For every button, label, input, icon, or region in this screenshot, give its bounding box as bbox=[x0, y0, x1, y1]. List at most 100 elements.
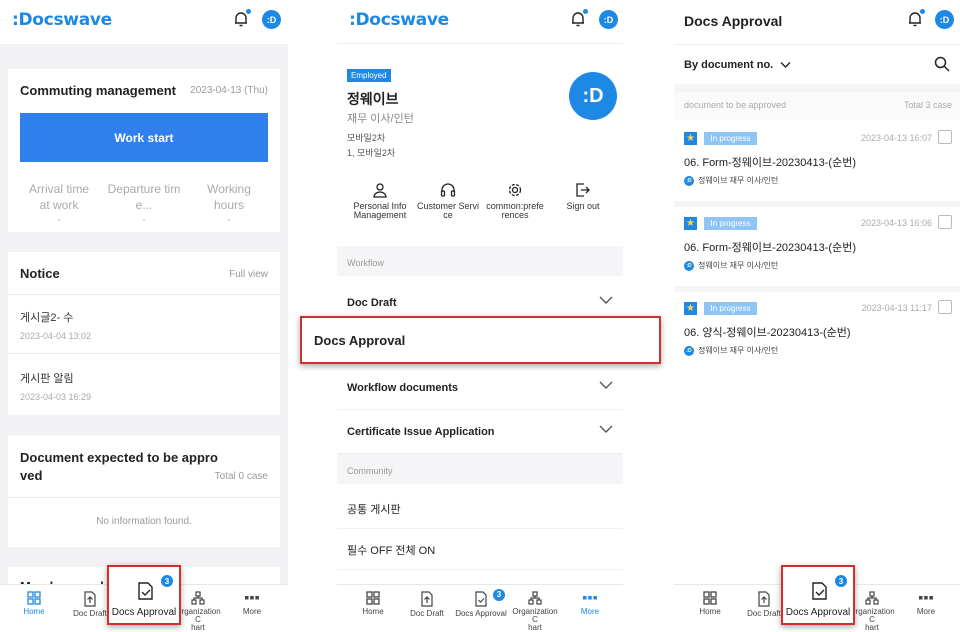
work-start-button[interactable]: Work start bbox=[20, 113, 268, 162]
docswave-logo[interactable]: :Docswave bbox=[349, 10, 449, 30]
author-avatar: :D bbox=[684, 260, 694, 271]
star-icon[interactable]: ★ bbox=[684, 302, 697, 315]
person-icon bbox=[373, 183, 387, 198]
avatar[interactable]: :D bbox=[262, 10, 281, 29]
tab-more[interactable]: More bbox=[564, 591, 616, 616]
arrival-time-stat: Arrival time at work - bbox=[28, 182, 89, 226]
menu-docs-approval-highlighted[interactable]: Docs Approval bbox=[300, 316, 661, 364]
tab-home[interactable]: Home bbox=[684, 591, 736, 616]
tab-organization-chart[interactable]: Organization Chart bbox=[509, 591, 561, 632]
tab-doc-draft[interactable]: Doc Draft bbox=[401, 591, 453, 618]
status-badge: In progress bbox=[704, 302, 757, 315]
profile-avatar[interactable]: :D bbox=[569, 72, 617, 120]
more-icon bbox=[245, 596, 259, 600]
notice-item-title[interactable]: 게시글2- 수 bbox=[20, 309, 73, 325]
doc-select-checkbox[interactable] bbox=[938, 300, 952, 314]
home-screen: :Docswave :D Commuting management 2023-0… bbox=[0, 0, 288, 632]
tab-docs-approval[interactable]: Docs Approval 3 bbox=[455, 589, 507, 618]
home-grid-icon bbox=[27, 591, 41, 605]
app-header: :Docswave :D bbox=[337, 0, 623, 44]
tab-docs-approval-highlighted[interactable]: 3 Docs Approval bbox=[781, 565, 855, 625]
menu-docs-approval-label: Docs Approval bbox=[314, 333, 406, 348]
notification-dot bbox=[920, 9, 925, 14]
tab-more[interactable]: More bbox=[226, 591, 278, 616]
org-chart-icon bbox=[191, 591, 205, 605]
doc-draft-icon bbox=[421, 591, 433, 607]
more-icon bbox=[919, 596, 933, 600]
community-section-header: Community bbox=[337, 454, 623, 484]
tab-home[interactable]: Home bbox=[347, 591, 399, 616]
tab-more[interactable]: More bbox=[900, 591, 952, 616]
divider bbox=[8, 294, 280, 295]
sign-out-button[interactable]: Sign out bbox=[550, 182, 616, 211]
personal-info-button[interactable]: Personal Info Management bbox=[347, 182, 413, 220]
status-badge: In progress bbox=[704, 217, 757, 230]
notification-bell-icon[interactable] bbox=[906, 9, 925, 28]
home-grid-icon bbox=[703, 591, 717, 605]
avatar[interactable]: :D bbox=[599, 10, 618, 29]
app-header: :Docswave :D bbox=[0, 0, 288, 44]
approval-doc-item[interactable]: ★ In progress 2023-04-13 16:07 06. Form-… bbox=[674, 122, 960, 207]
sort-dropdown[interactable]: By document no. bbox=[684, 59, 791, 71]
page-title: Docs Approval bbox=[684, 13, 783, 29]
preferences-button[interactable]: common:prefe rences bbox=[482, 182, 548, 220]
search-icon[interactable] bbox=[934, 56, 950, 72]
approval-doc-item[interactable]: ★ In progress 2023-04-13 11:17 06. 양식-정웨… bbox=[674, 292, 960, 377]
doc-timestamp: 2023-04-13 11:17 bbox=[861, 303, 932, 313]
tab-home[interactable]: Home bbox=[8, 591, 60, 616]
docs-approval-icon bbox=[138, 582, 153, 600]
doc-select-checkbox[interactable] bbox=[938, 130, 952, 144]
docs-approval-screen: Docs Approval :D By document no. documen… bbox=[674, 0, 960, 632]
tab-docs-approval-highlighted[interactable]: 3 Docs Approval bbox=[107, 565, 181, 625]
doc-author: :D 정웨이브 재무 이사/인턴 bbox=[684, 345, 778, 356]
employment-status-badge: Employed bbox=[347, 69, 391, 82]
notice-card: Notice Full view 게시글2- 수 2023-04-04 13:0… bbox=[8, 252, 280, 415]
avatar[interactable]: :D bbox=[935, 10, 954, 29]
notice-item-date: 2023-04-04 13:02 bbox=[20, 331, 92, 341]
list-total-count: Total 3 case bbox=[903, 100, 952, 110]
home-grid-icon bbox=[366, 591, 380, 605]
docswave-logo[interactable]: :Docswave bbox=[12, 10, 112, 30]
tab-docs-approval-label: Docs Approval bbox=[111, 607, 177, 618]
profile-dept-path: 1, 모바일2차 bbox=[347, 148, 396, 158]
notice-title: Notice bbox=[20, 266, 60, 281]
notification-bell-icon[interactable] bbox=[569, 9, 588, 28]
menu-certificate-issue[interactable]: Certificate Issue Application bbox=[337, 410, 623, 454]
status-badge: In progress bbox=[704, 132, 757, 145]
doc-select-checkbox[interactable] bbox=[938, 215, 952, 229]
empty-state-text: No information found. bbox=[96, 516, 192, 527]
tab-docs-approval-label: Docs Approval bbox=[785, 607, 851, 618]
menu-workflow-documents[interactable]: Workflow documents bbox=[337, 366, 623, 410]
notice-full-view-link[interactable]: Full view bbox=[229, 269, 268, 280]
menu-community-board[interactable]: 공통 게시판 bbox=[337, 485, 623, 529]
list-header: document to be approved Total 3 case bbox=[674, 92, 960, 120]
more-icon bbox=[583, 596, 597, 600]
chevron-down-icon bbox=[599, 296, 613, 304]
expected-approval-card: Document expected to be appro ved Total 0… bbox=[8, 435, 280, 547]
sort-bar: By document no. bbox=[674, 44, 960, 84]
star-icon[interactable]: ★ bbox=[684, 132, 697, 145]
working-hours-stat: Working hours - bbox=[207, 182, 251, 226]
doc-author: :D 정웨이브 재무 이사/인턴 bbox=[684, 260, 778, 271]
notification-dot bbox=[583, 9, 588, 14]
notification-bell-icon[interactable] bbox=[232, 9, 251, 28]
divider bbox=[674, 84, 960, 92]
workflow-section-header: Workflow bbox=[337, 246, 623, 276]
notice-item-title[interactable]: 게시판 알림 bbox=[20, 370, 74, 386]
doc-draft-icon bbox=[84, 591, 96, 607]
chevron-down-icon bbox=[599, 381, 613, 389]
headset-icon bbox=[440, 183, 456, 197]
menu-community-board[interactable]: 필수 OFF 전체 ON bbox=[337, 526, 623, 570]
chevron-down-icon bbox=[780, 62, 791, 69]
docs-approval-icon bbox=[812, 582, 827, 600]
notification-dot bbox=[246, 9, 251, 14]
list-header-label: document to be approved bbox=[684, 100, 787, 110]
star-icon[interactable]: ★ bbox=[684, 217, 697, 230]
doc-title: 06. Form-정웨이브-20230413-(순번) bbox=[684, 242, 856, 254]
docs-approval-icon bbox=[475, 591, 487, 607]
doc-author: :D 정웨이브 재무 이사/인턴 bbox=[684, 175, 778, 186]
customer-service-button[interactable]: Customer Servi ce bbox=[415, 182, 481, 220]
org-chart-icon bbox=[528, 591, 542, 605]
approval-doc-item[interactable]: ★ In progress 2023-04-13 16:06 06. Form-… bbox=[674, 207, 960, 292]
profile-name: 정웨이브 bbox=[347, 91, 399, 107]
